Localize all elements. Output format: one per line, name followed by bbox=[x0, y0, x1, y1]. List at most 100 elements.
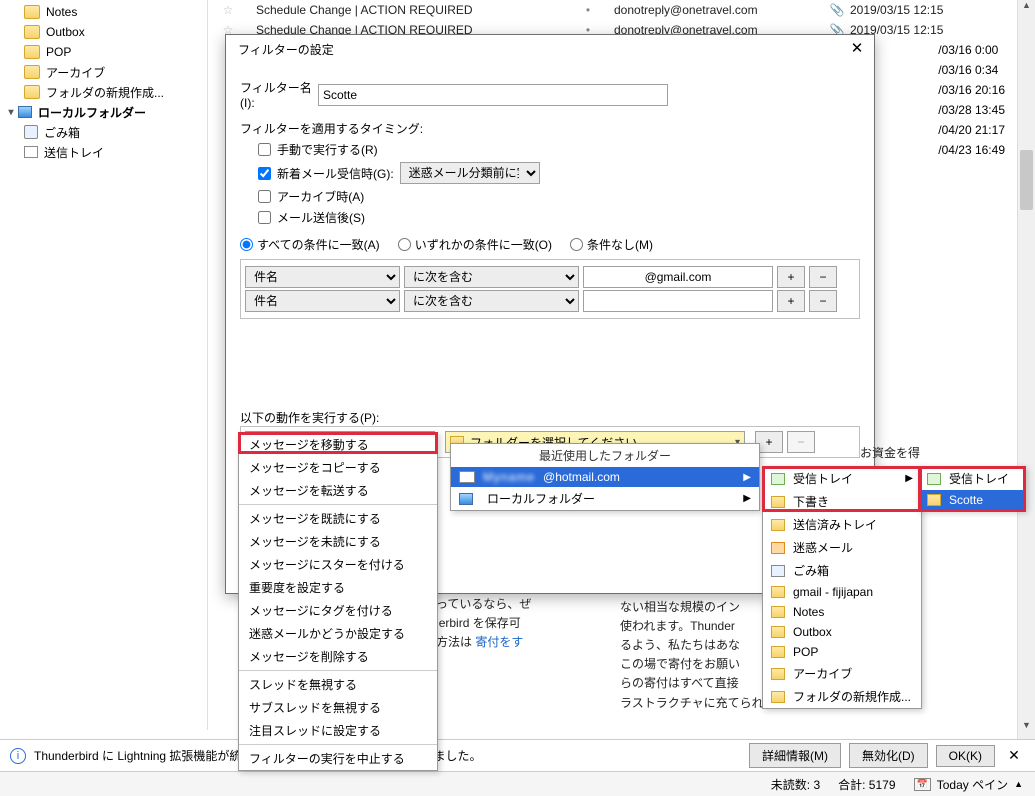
submenu-item[interactable]: 迷惑メール bbox=[763, 536, 921, 559]
twisty-icon[interactable]: ▾ bbox=[6, 107, 16, 118]
match-all-radio[interactable]: すべての条件に一致(A) bbox=[240, 236, 380, 253]
tree-root-localfolders[interactable]: ▾ローカルフォルダー bbox=[0, 102, 207, 122]
action-item[interactable]: フィルターの実行を中止する bbox=[239, 747, 437, 770]
scroll-down-icon[interactable]: ▼ bbox=[1018, 720, 1035, 738]
scroll-thumb[interactable] bbox=[1020, 150, 1033, 210]
cond-op-select[interactable]: に次を含む bbox=[404, 290, 579, 312]
archive-checkbox[interactable] bbox=[258, 190, 271, 203]
submenu-item[interactable]: gmail - fijijapan bbox=[763, 582, 921, 602]
cond-add-button[interactable]: + bbox=[777, 266, 805, 288]
folder-icon bbox=[771, 586, 785, 598]
filter-name-input[interactable] bbox=[318, 84, 668, 106]
filter-name-label: フィルター名(I): bbox=[240, 79, 318, 110]
inbox-icon bbox=[771, 473, 785, 485]
computer-icon bbox=[18, 106, 32, 118]
submenu2-item-inbox[interactable]: 受信トレイ bbox=[919, 467, 1025, 490]
tree-item-sent[interactable]: 送信トレイ bbox=[0, 142, 207, 162]
folder-icon bbox=[771, 496, 785, 508]
donate-link[interactable]: 寄付をす bbox=[475, 635, 523, 649]
scroll-up-icon[interactable]: ▲ bbox=[1018, 0, 1035, 18]
folder-dropdown[interactable]: 最近使用したフォルダー Myname@hotmail.com ▶ ローカルフォル… bbox=[450, 443, 760, 511]
action-item[interactable]: 迷惑メールかどうか設定する bbox=[239, 622, 437, 645]
cond-value-input[interactable] bbox=[583, 290, 773, 312]
msg-subject: Schedule Change | ACTION REQUIRED bbox=[248, 3, 568, 17]
folder-submenu-1[interactable]: 受信トレイ▶ 下書き 送信済みトレイ 迷惑メール ごみ箱 gmail - fij… bbox=[762, 466, 922, 709]
cond-value-input[interactable] bbox=[583, 266, 773, 288]
info-icon: i bbox=[10, 748, 26, 764]
details-button[interactable]: 詳細情報(M) bbox=[749, 743, 841, 768]
action-item[interactable]: 注目スレッドに設定する bbox=[239, 719, 437, 742]
trash-icon bbox=[771, 565, 785, 577]
ext-ok-button[interactable]: OK(K) bbox=[936, 745, 995, 767]
action-item[interactable]: メッセージを既読にする bbox=[239, 507, 437, 530]
cond-field-select[interactable]: 件名 bbox=[245, 290, 400, 312]
envelope-icon bbox=[459, 471, 475, 483]
incoming-checkbox[interactable] bbox=[258, 167, 271, 180]
action-item[interactable]: メッセージにスターを付ける bbox=[239, 553, 437, 576]
tree-item-notes[interactable]: Notes bbox=[0, 2, 207, 22]
tree-item-newfolder[interactable]: フォルダの新規作成... bbox=[0, 82, 207, 102]
cond-add-button[interactable]: + bbox=[777, 290, 805, 312]
vertical-scrollbar[interactable]: ▲ ▼ bbox=[1017, 0, 1035, 758]
match-none-radio[interactable]: 条件なし(M) bbox=[570, 236, 653, 253]
aftersend-checkbox[interactable] bbox=[258, 211, 271, 224]
action-item[interactable]: スレッドを無視する bbox=[239, 673, 437, 696]
action-item[interactable]: メッセージを移動する bbox=[239, 433, 437, 456]
action-item[interactable]: メッセージにタグを付ける bbox=[239, 599, 437, 622]
folder-icon bbox=[771, 519, 785, 531]
chevron-right-icon: ▶ bbox=[905, 473, 913, 484]
unread-count: 未読数: 3 bbox=[771, 776, 820, 793]
status-bar: 未読数: 3 合計: 5179 📅Today ペイン▲ bbox=[0, 771, 1035, 796]
action-item[interactable]: メッセージをコピーする bbox=[239, 456, 437, 479]
message-row[interactable]: ☆ Schedule Change | ACTION REQUIRED • do… bbox=[208, 0, 1010, 20]
total-count: 合計: 5179 bbox=[838, 776, 895, 793]
partial-dates: /03/16 0:00 /03/16 0:34 /03/16 20:16 /03… bbox=[938, 40, 1005, 160]
submenu-item[interactable]: 下書き bbox=[763, 490, 921, 513]
submenu-item-inbox[interactable]: 受信トレイ▶ bbox=[763, 467, 921, 490]
action-item[interactable]: サブスレッドを無視する bbox=[239, 696, 437, 719]
star-icon[interactable]: ☆ bbox=[208, 3, 248, 17]
tree-item-archive[interactable]: アーカイブ bbox=[0, 62, 207, 82]
aftersend-label: メール送信後(S) bbox=[277, 209, 365, 226]
action-item[interactable]: 重要度を設定する bbox=[239, 576, 437, 599]
folder-dd-account[interactable]: Myname@hotmail.com ▶ bbox=[451, 467, 759, 487]
dialog-title: フィルターの設定 ✕ bbox=[226, 35, 874, 65]
actions-label: 以下の動作を実行する(P): bbox=[240, 409, 860, 426]
submenu-item[interactable]: ごみ箱 bbox=[763, 559, 921, 582]
today-pane-toggle[interactable]: 📅Today ペイン▲ bbox=[914, 776, 1024, 793]
submenu-item[interactable]: フォルダの新規作成... bbox=[763, 685, 921, 708]
incoming-label: 新着メール受信時(G): bbox=[277, 165, 394, 182]
match-any-radio[interactable]: いずれかの条件に一致(O) bbox=[398, 236, 552, 253]
folder-dd-localfolders[interactable]: ローカルフォルダー ▶ bbox=[451, 487, 759, 510]
inbox-icon bbox=[927, 473, 941, 485]
submenu-item[interactable]: Notes bbox=[763, 602, 921, 622]
incoming-select[interactable]: 迷惑メール分類前に実行 bbox=[400, 162, 540, 184]
action-dropdown[interactable]: メッセージを移動する メッセージをコピーする メッセージを転送する メッセージを… bbox=[238, 432, 438, 771]
action-item[interactable]: メッセージを削除する bbox=[239, 645, 437, 668]
submenu-item[interactable]: Outbox bbox=[763, 622, 921, 642]
folder-dd-header: 最近使用したフォルダー bbox=[451, 444, 759, 467]
cond-op-select[interactable]: に次を含む bbox=[404, 266, 579, 288]
folder-icon bbox=[771, 646, 785, 658]
cond-remove-button[interactable]: − bbox=[809, 290, 837, 312]
attach-icon: 📎 bbox=[824, 3, 850, 17]
submenu-item[interactable]: POP bbox=[763, 642, 921, 662]
tree-item-outbox[interactable]: Outbox bbox=[0, 22, 207, 42]
folder-icon bbox=[771, 691, 785, 703]
submenu2-item-scotte[interactable]: Scotte bbox=[919, 490, 1025, 510]
close-icon[interactable]: ✕ bbox=[846, 39, 868, 61]
submenu-item[interactable]: 送信済みトレイ bbox=[763, 513, 921, 536]
disable-button[interactable]: 無効化(D) bbox=[849, 743, 928, 768]
computer-icon bbox=[459, 493, 473, 505]
ext-close-icon[interactable]: ✕ bbox=[1003, 747, 1025, 764]
submenu-item[interactable]: アーカイブ bbox=[763, 662, 921, 685]
action-item[interactable]: メッセージを未読にする bbox=[239, 530, 437, 553]
lightning-extension-bar: i Thunderbird に Lightning 拡張機能が統合され、カレンダ… bbox=[0, 739, 1035, 771]
folder-submenu-2[interactable]: 受信トレイ Scotte bbox=[918, 466, 1026, 511]
cond-remove-button[interactable]: − bbox=[809, 266, 837, 288]
cond-field-select[interactable]: 件名 bbox=[245, 266, 400, 288]
manual-checkbox[interactable] bbox=[258, 143, 271, 156]
tree-item-trash[interactable]: ごみ箱 bbox=[0, 122, 207, 142]
tree-item-pop[interactable]: POP bbox=[0, 42, 207, 62]
action-item[interactable]: メッセージを転送する bbox=[239, 479, 437, 502]
